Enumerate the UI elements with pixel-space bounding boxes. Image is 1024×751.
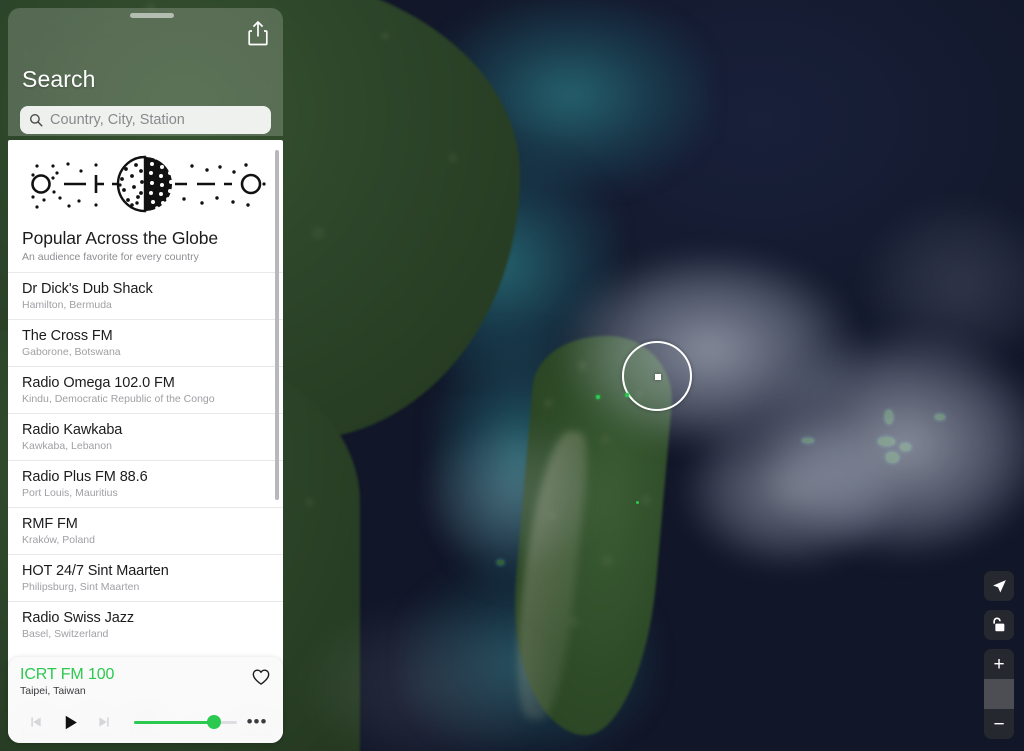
- list-item[interactable]: RMF FM Kraków, Poland: [8, 507, 283, 554]
- station-name: Dr Dick's Dub Shack: [22, 281, 153, 297]
- selected-station-marker[interactable]: [622, 341, 692, 411]
- player-station-name: ICRT FM 100: [20, 666, 115, 683]
- player-info: ICRT FM 100 Taipei, Taiwan: [20, 666, 271, 697]
- list-header: Popular Across the Globe An audience fav…: [8, 222, 283, 272]
- station-location: Port Louis, Mauritius: [22, 487, 118, 499]
- list-item[interactable]: Radio Omega 102.0 FM Kindu, Democratic R…: [8, 366, 283, 413]
- station-name: Radio Omega 102.0 FM: [22, 375, 175, 391]
- list-header-title: Popular Across the Globe: [22, 228, 219, 248]
- map-island-penghu: [497, 560, 504, 565]
- map-island-a: [878, 437, 895, 446]
- panel-header: Search Country, City, Station: [8, 8, 283, 136]
- station-name: Radio Swiss Jazz: [22, 610, 135, 626]
- station-location: Hamilton, Bermuda: [22, 299, 112, 311]
- station-location: Kawkaba, Lebanon: [22, 440, 112, 452]
- volume-knob[interactable]: [207, 715, 222, 729]
- marker-center-dot: [655, 374, 661, 380]
- station-list-scroll[interactable]: Popular Across the Globe An audience fav…: [8, 140, 283, 697]
- station-name: Radio Plus FM 88.6: [22, 469, 148, 485]
- search-panel: Search Country, City, Station Popular Ac…: [8, 8, 283, 743]
- page-title: Search: [22, 66, 96, 92]
- map-island-b: [886, 452, 899, 463]
- zoom-controls: + −: [984, 649, 1014, 739]
- player-controls: •••: [20, 710, 271, 734]
- station-location: Philipsburg, Sint Maarten: [22, 581, 140, 593]
- skip-forward-icon: [99, 717, 109, 727]
- search-icon: [30, 114, 43, 127]
- station-dot-3[interactable]: [636, 501, 639, 504]
- zoom-divider: [984, 679, 1014, 709]
- unlock-icon: [992, 617, 1004, 632]
- list-header-subtitle: An audience favorite for every country: [22, 251, 199, 263]
- map-island-e: [802, 438, 814, 443]
- station-location: Kraków, Poland: [22, 534, 95, 546]
- station-location: Kindu, Democratic Republic of the Congo: [22, 393, 215, 405]
- skip-back-icon: [31, 717, 41, 727]
- next-button[interactable]: [88, 710, 120, 734]
- station-list-card: Popular Across the Globe An audience fav…: [8, 140, 283, 697]
- list-item[interactable]: Radio Kawkaba Kawkaba, Lebanon: [8, 413, 283, 460]
- list-item[interactable]: Radio Plus FM 88.6 Port Louis, Mauritius: [8, 460, 283, 507]
- map-island-c: [900, 443, 911, 451]
- zoom-out-button[interactable]: −: [984, 709, 1014, 739]
- list-item[interactable]: Dr Dick's Dub Shack Hamilton, Bermuda: [8, 272, 283, 319]
- list-item[interactable]: The Cross FM Gaborone, Botswana: [8, 319, 283, 366]
- previous-button[interactable]: [20, 710, 52, 734]
- search-input[interactable]: Country, City, Station: [20, 106, 271, 134]
- favorite-button[interactable]: [251, 667, 271, 687]
- map-island-f: [885, 410, 893, 424]
- share-icon[interactable]: [247, 20, 269, 46]
- locate-me-button[interactable]: [984, 571, 1014, 601]
- station-name: HOT 24/7 Sint Maarten: [22, 563, 169, 579]
- volume-slider[interactable]: [134, 712, 237, 732]
- player-station-location: Taipei, Taiwan: [20, 685, 86, 697]
- play-icon: [65, 715, 77, 729]
- list-item[interactable]: HOT 24/7 Sint Maarten Philipsburg, Sint …: [8, 554, 283, 601]
- drag-handle[interactable]: [130, 13, 174, 18]
- station-name: Radio Kawkaba: [22, 422, 123, 438]
- zoom-in-button[interactable]: +: [984, 649, 1014, 679]
- map-island-d: [935, 414, 945, 420]
- more-options-button[interactable]: •••: [243, 713, 271, 730]
- play-button[interactable]: [52, 710, 88, 734]
- location-arrow-icon: [992, 579, 1006, 593]
- station-dot-1[interactable]: [596, 395, 600, 399]
- list-item[interactable]: Radio Swiss Jazz Basel, Switzerland: [8, 601, 283, 648]
- globe-illustration: [8, 140, 283, 222]
- lock-map-button[interactable]: [984, 610, 1014, 640]
- station-location: Gaborone, Botswana: [22, 346, 121, 358]
- map-controls: + −: [984, 571, 1014, 739]
- station-name: The Cross FM: [22, 328, 113, 344]
- station-dot-2[interactable]: [625, 393, 629, 397]
- now-playing-bar: ICRT FM 100 Taipei, Taiwan •••: [8, 657, 283, 743]
- volume-fill: [134, 720, 215, 724]
- list-scrollbar[interactable]: [275, 150, 279, 500]
- station-name: RMF FM: [22, 516, 78, 532]
- search-placeholder: Country, City, Station: [50, 112, 185, 128]
- station-location: Basel, Switzerland: [22, 628, 109, 640]
